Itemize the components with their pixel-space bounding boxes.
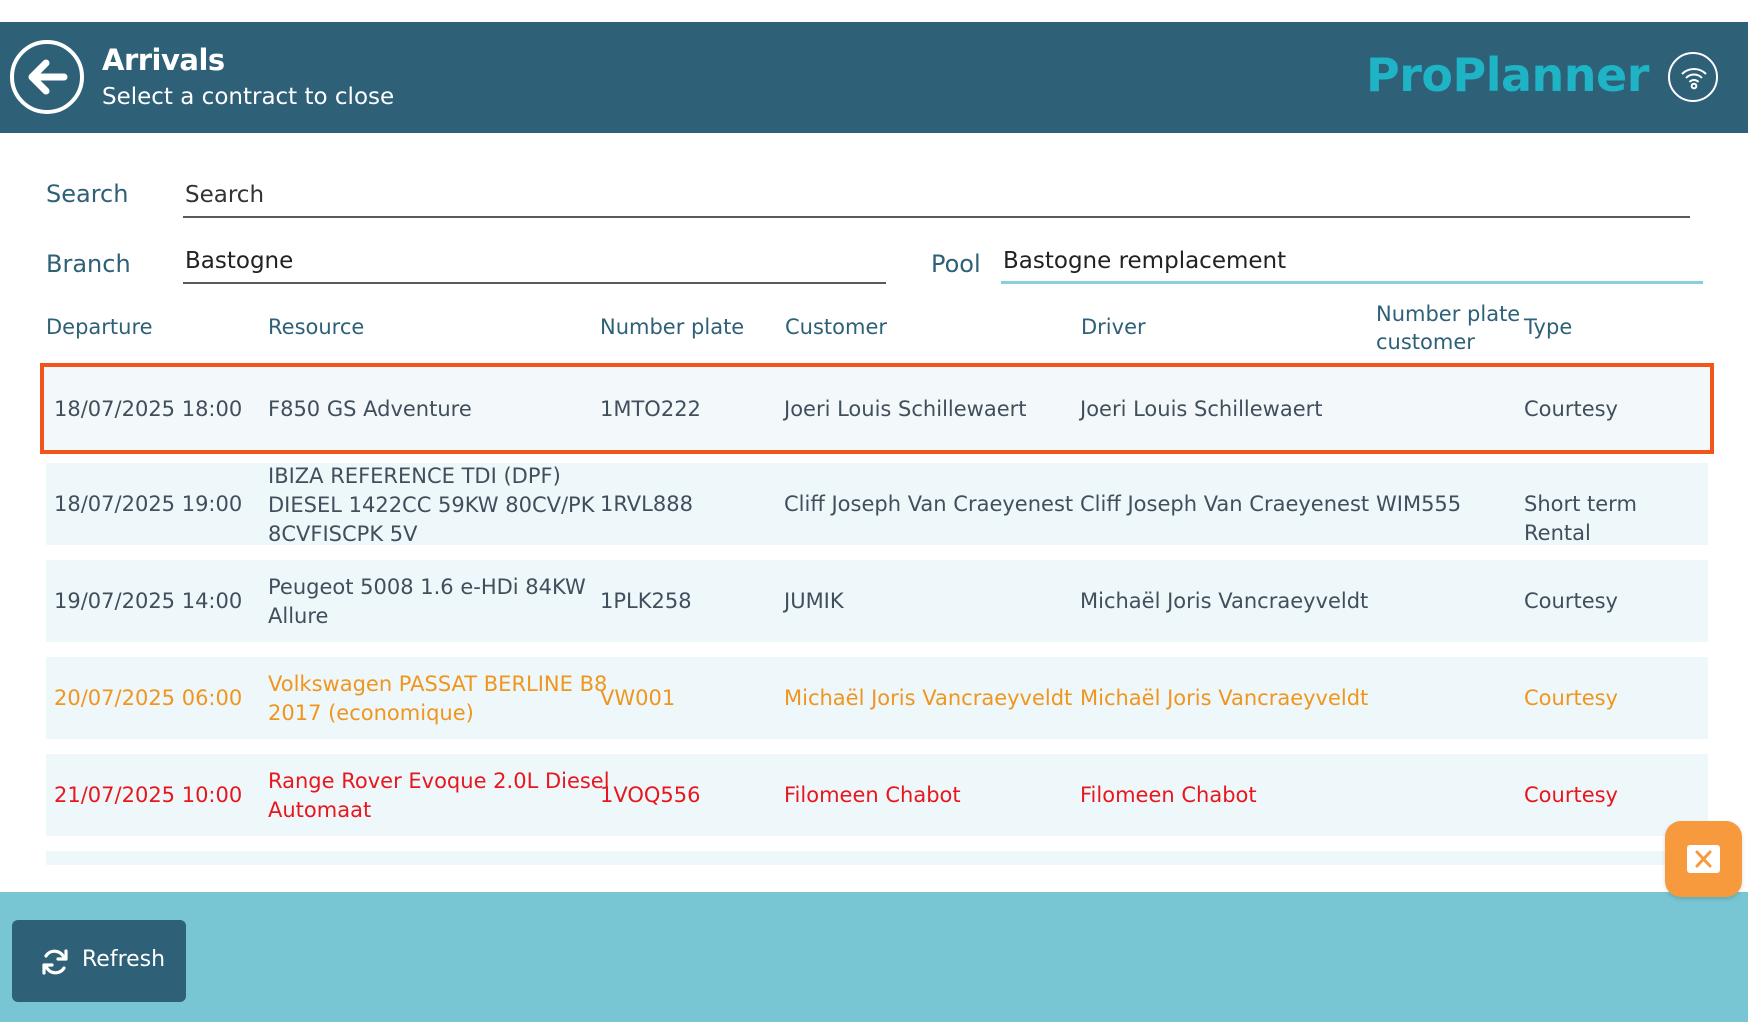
cell-resource: IBIZA REFERENCE TDI (DPF) DIESEL 1422CC … <box>268 462 595 549</box>
search-label: Search <box>46 180 129 208</box>
cell-customer: Michaël Joris Vancraeyveldt <box>784 686 1073 710</box>
cell-customer: JUMIK <box>784 589 844 613</box>
cell-type: Courtesy <box>1524 686 1618 710</box>
branch-label: Branch <box>46 250 131 278</box>
cell-resource: Volkswagen PASSAT BERLINE B8 2017 (econo… <box>268 670 607 728</box>
cell-customer: Cliff Joseph Van Craeyenest <box>784 492 1074 516</box>
cell-number-plate: 1RVL888 <box>600 492 693 516</box>
page-subtitle: Select a contract to close <box>102 84 395 110</box>
header-number-plate-customer-line2: customer <box>1376 330 1475 354</box>
cell-type: Courtesy <box>1524 397 1618 421</box>
refresh-icon <box>42 949 68 975</box>
proplanner-logo: ProPlanner <box>1366 48 1649 102</box>
resource-line: Volkswagen PASSAT BERLINE B8 <box>268 672 608 696</box>
cell-type: Courtesy <box>1524 783 1618 807</box>
back-arrow-icon <box>28 59 68 95</box>
cell-number-plate: 1PLK258 <box>600 589 692 613</box>
cell-number-plate: 1MTO222 <box>600 397 701 421</box>
resource-line: 2017 (economique) <box>268 701 474 725</box>
table-row-partial[interactable] <box>46 851 1708 865</box>
close-button[interactable] <box>1665 821 1742 897</box>
header-type[interactable]: Type <box>1524 313 1572 341</box>
cell-driver: Cliff Joseph Van Craeyenest <box>1080 492 1370 516</box>
refresh-label: Refresh <box>82 947 166 972</box>
table-row[interactable]: 20/07/2025 06:00 Volkswagen PASSAT BERLI… <box>46 657 1708 739</box>
cell-number-plate: VW001 <box>600 686 676 710</box>
resource-line: Automaat <box>268 798 372 822</box>
table-row[interactable]: 21/07/2025 10:00 Range Rover Evoque 2.0L… <box>46 754 1708 836</box>
branch-field[interactable]: Bastogne <box>183 240 886 284</box>
header-departure[interactable]: Departure <box>46 313 153 341</box>
cell-resource: F850 GS Adventure <box>268 397 472 421</box>
resource-line: Allure <box>268 604 329 628</box>
cell-resource: Range Rover Evoque 2.0L Diesel Automaat <box>268 767 610 825</box>
cell-customer: Joeri Louis Schillewaert <box>784 397 1027 421</box>
cell-number-plate-customer: WIM555 <box>1376 492 1462 516</box>
refresh-button[interactable]: Refresh <box>12 920 186 1002</box>
table-row[interactable]: 19/07/2025 14:00 Peugeot 5008 1.6 e-HDi … <box>46 560 1708 642</box>
header-resource[interactable]: Resource <box>268 313 364 341</box>
header-driver[interactable]: Driver <box>1081 313 1146 341</box>
cell-driver: Filomeen Chabot <box>1080 783 1257 807</box>
cell-type: Courtesy <box>1524 589 1618 613</box>
back-button[interactable] <box>10 40 84 114</box>
cell-departure: 18/07/2025 19:00 <box>54 492 243 516</box>
cell-departure: 20/07/2025 06:00 <box>54 686 243 710</box>
header-customer[interactable]: Customer <box>785 313 887 341</box>
resource-line: 8CVFISCPK 5V <box>268 522 418 546</box>
cell-type: Short term Rental <box>1524 492 1637 545</box>
pool-field[interactable]: Bastogne remplacement <box>1001 240 1703 284</box>
cell-departure: 19/07/2025 14:00 <box>54 589 243 613</box>
table-row[interactable]: 18/07/2025 18:00 F850 GS Adventure 1MTO2… <box>40 363 1714 454</box>
cell-resource: Peugeot 5008 1.6 e-HDi 84KW Allure <box>268 573 586 631</box>
cell-departure: 21/07/2025 10:00 <box>54 783 243 807</box>
resource-line: DIESEL 1422CC 59KW 80CV/PK <box>268 493 595 517</box>
page-title: Arrivals <box>102 43 225 77</box>
wifi-icon <box>1668 52 1718 102</box>
resource-line: Range Rover Evoque 2.0L Diesel <box>268 769 610 793</box>
resource-line: IBIZA REFERENCE TDI (DPF) <box>268 464 561 488</box>
pool-label: Pool <box>931 250 981 278</box>
resource-line: Peugeot 5008 1.6 e-HDi 84KW <box>268 575 586 599</box>
close-icon <box>1687 845 1720 873</box>
footer-bar <box>0 892 1748 1022</box>
cell-driver: Joeri Louis Schillewaert <box>1080 397 1323 421</box>
cell-departure: 18/07/2025 18:00 <box>54 397 243 421</box>
header-number-plate-customer-line1: Number plate <box>1376 302 1521 326</box>
header-number-plate-customer[interactable]: Number plate customer <box>1376 300 1520 356</box>
header-number-plate[interactable]: Number plate <box>600 313 744 341</box>
search-input[interactable]: Search <box>183 174 1690 218</box>
cell-number-plate: 1VOQ556 <box>600 783 701 807</box>
cell-driver: Michaël Joris Vancraeyveldt <box>1080 686 1369 710</box>
table-row[interactable]: 18/07/2025 19:00 IBIZA REFERENCE TDI (DP… <box>46 463 1708 546</box>
cell-driver: Michaël Joris Vancraeyveldt <box>1080 589 1369 613</box>
cell-customer: Filomeen Chabot <box>784 783 961 807</box>
app-header: Arrivals Select a contract to close ProP… <box>0 22 1748 133</box>
